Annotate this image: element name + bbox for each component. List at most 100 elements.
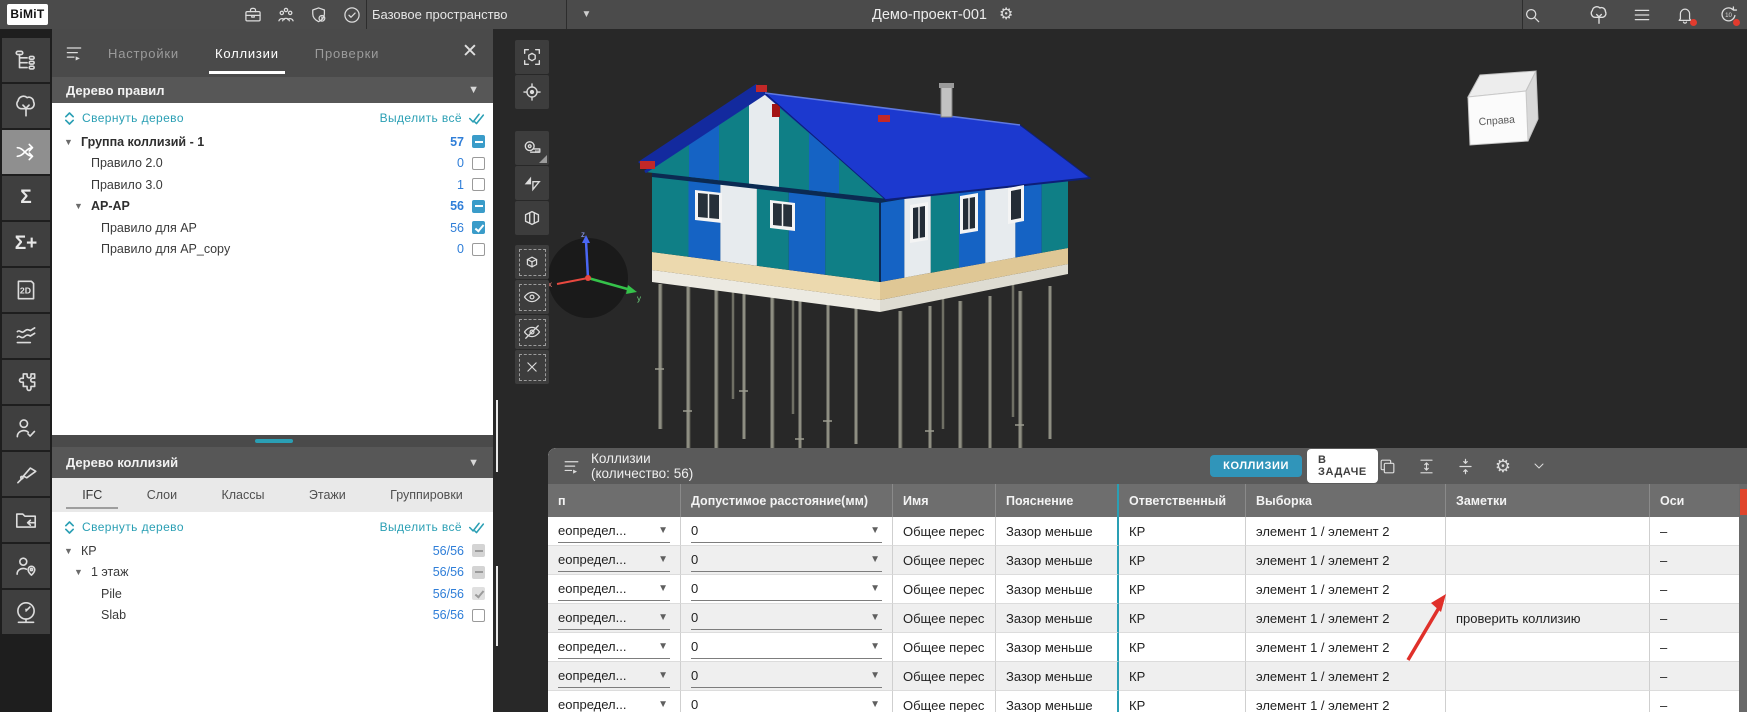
column-header-axes[interactable]: Оси xyxy=(1650,484,1745,517)
project-tree-icon[interactable] xyxy=(1588,4,1610,26)
app-logo[interactable]: BiMiT xyxy=(7,4,48,25)
table-row[interactable]: еопредел...▼0▼Общее пересЗазор меньшеКРэ… xyxy=(548,517,1747,546)
copy-icon[interactable] xyxy=(1378,457,1397,476)
collision-tab-Классы[interactable]: Классы xyxy=(219,484,266,506)
people-icon[interactable] xyxy=(276,5,296,25)
section-box-icon[interactable] xyxy=(515,201,549,235)
user-location-icon[interactable] xyxy=(2,544,50,588)
collision-tab-Этажи[interactable]: Этажи xyxy=(307,484,348,506)
table-row[interactable]: еопредел...▼0▼Общее пересЗазор меньшеКРэ… xyxy=(548,633,1747,662)
sigma-plus-icon[interactable]: Σ+ xyxy=(2,222,50,266)
search-icon[interactable] xyxy=(1521,4,1543,26)
table-row[interactable]: еопредел...▼0▼Общее пересЗазор меньшеКРэ… xyxy=(548,546,1747,575)
tree-row[interactable]: ▼ АР-АР 56 xyxy=(52,196,493,218)
tree-row[interactable]: ▼ Группа коллизий - 1 57 xyxy=(52,131,493,153)
tab-0[interactable]: Настройки xyxy=(108,46,179,61)
checkbox[interactable] xyxy=(472,157,485,170)
dropdown-value[interactable]: 0 xyxy=(691,668,698,683)
tree-menu-icon[interactable] xyxy=(64,43,84,63)
checkbox[interactable] xyxy=(472,200,485,213)
table-scrollbar-thumb[interactable] xyxy=(1740,489,1747,515)
tree-row[interactable]: Slab 56/56 xyxy=(52,605,493,627)
dropdown-value[interactable]: еопредел... xyxy=(558,639,626,654)
tab-1[interactable]: Коллизии xyxy=(215,46,279,61)
collision-tab-Группировки[interactable]: Группировки xyxy=(388,484,465,506)
tree-row[interactable]: Правило 2.0 0 xyxy=(52,153,493,175)
chevron-down-icon[interactable]: ▼ xyxy=(658,583,670,594)
chevron-down-icon[interactable]: ▼ xyxy=(658,641,670,652)
caret-down-icon[interactable]: ▼ xyxy=(64,137,81,147)
tree-row[interactable]: ▼ КР 56/56 xyxy=(52,540,493,562)
tab-2[interactable]: Проверки xyxy=(315,46,379,61)
collapse-vertical-icon[interactable] xyxy=(1456,457,1475,476)
select-all-link[interactable]: Выделить всё xyxy=(380,520,485,534)
checkbox[interactable] xyxy=(472,178,485,191)
close-icon[interactable]: ✕ xyxy=(459,41,481,63)
target-icon[interactable] xyxy=(515,75,549,109)
list-icon[interactable] xyxy=(1631,4,1653,26)
tree-row[interactable]: Правило 3.0 1 xyxy=(52,174,493,196)
chevron-down-icon[interactable] xyxy=(1531,458,1547,474)
table-row[interactable]: еопредел...▼0▼Общее пересЗазор меньшеКРэ… xyxy=(548,575,1747,604)
table-row[interactable]: еопредел...▼0▼Общее пересЗазор меньшеКРэ… xyxy=(548,691,1747,712)
dropdown-value[interactable]: 0 xyxy=(691,697,698,712)
workspace-selector[interactable]: Базовое пространство ▼ xyxy=(372,0,591,29)
column-header-type[interactable]: п xyxy=(548,484,681,517)
chevron-down-icon[interactable]: ▼ xyxy=(870,525,882,536)
user-check-icon[interactable] xyxy=(2,406,50,450)
show-eye-icon[interactable] xyxy=(515,280,549,314)
gauge-icon[interactable] xyxy=(2,590,50,634)
column-header-resp[interactable]: Ответственный xyxy=(1119,484,1246,517)
checkbox[interactable] xyxy=(472,135,485,148)
collapse-tree-link[interactable]: Свернуть дерево xyxy=(64,520,184,534)
checkbox[interactable] xyxy=(472,609,485,622)
nav-cube[interactable]: Справа xyxy=(1468,71,1538,145)
checkbox[interactable] xyxy=(472,587,485,600)
dropdown-value[interactable]: 0 xyxy=(691,610,698,625)
dropdown-value[interactable]: 0 xyxy=(691,523,698,538)
chevron-down-icon[interactable]: ▼ xyxy=(870,641,882,652)
select-all-link[interactable]: Выделить всё xyxy=(380,111,485,125)
dropdown-value[interactable]: 0 xyxy=(691,639,698,654)
tree-row[interactable]: Правило для АР_copy 0 xyxy=(52,239,493,261)
dropdown-value[interactable]: 0 xyxy=(691,581,698,596)
collision-tab-Слои[interactable]: Слои xyxy=(145,484,179,506)
chevron-down-icon[interactable]: ▼ xyxy=(658,554,670,565)
caret-down-icon[interactable]: ▼ xyxy=(74,201,91,211)
gear-icon[interactable]: ⚙ xyxy=(999,7,1013,23)
column-header-notes[interactable]: Заметки xyxy=(1446,484,1650,517)
measure-icon[interactable] xyxy=(515,131,549,165)
check-circle-icon[interactable] xyxy=(342,5,362,25)
isolate-cube-icon[interactable] xyxy=(515,245,549,279)
bell-icon[interactable] xyxy=(1674,4,1696,26)
collision-shuffle-icon[interactable] xyxy=(2,130,50,174)
chevron-down-icon[interactable]: ▼ xyxy=(870,670,882,681)
column-header-expl[interactable]: Пояснение xyxy=(996,484,1119,517)
chevron-down-icon[interactable]: ▼ xyxy=(658,612,670,623)
checkbox[interactable] xyxy=(472,243,485,256)
panel-scrollbar[interactable] xyxy=(496,400,498,472)
chevron-down-icon[interactable]: ▼ xyxy=(870,612,882,623)
table-row[interactable]: еопредел...▼0▼Общее пересЗазор меньшеКРэ… xyxy=(548,662,1747,691)
history-icon[interactable]: 10 xyxy=(1717,4,1739,26)
clear-x-icon[interactable] xyxy=(515,350,549,384)
collapse-tree-link[interactable]: Свернуть дерево xyxy=(64,111,184,125)
dropdown-value[interactable]: еопредел... xyxy=(558,610,626,625)
caret-down-icon[interactable]: ▼ xyxy=(74,567,91,577)
dropdown-value[interactable]: 0 xyxy=(691,552,698,567)
expand-vertical-icon[interactable] xyxy=(1417,457,1436,476)
dropdown-value[interactable]: еопредел... xyxy=(558,668,626,683)
panel-splitter[interactable] xyxy=(52,435,493,447)
panel-scrollbar-lower[interactable] xyxy=(496,566,498,646)
checkbox[interactable] xyxy=(472,566,485,579)
column-header-name[interactable]: Имя xyxy=(893,484,996,517)
collision-tab-IFC[interactable]: IFC xyxy=(80,484,104,506)
tree-menu-icon[interactable] xyxy=(562,457,581,476)
trowel-icon[interactable] xyxy=(2,452,50,496)
table-scrollbar[interactable] xyxy=(1739,484,1747,712)
puzzle-icon[interactable] xyxy=(2,360,50,404)
folder-import-icon[interactable] xyxy=(2,498,50,542)
in-task-toggle-button[interactable]: В ЗАДАЧЕ xyxy=(1307,449,1378,483)
dropdown-value[interactable]: еопредел... xyxy=(558,523,626,538)
collisions-toggle-button[interactable]: КОЛЛИЗИИ xyxy=(1210,455,1302,477)
